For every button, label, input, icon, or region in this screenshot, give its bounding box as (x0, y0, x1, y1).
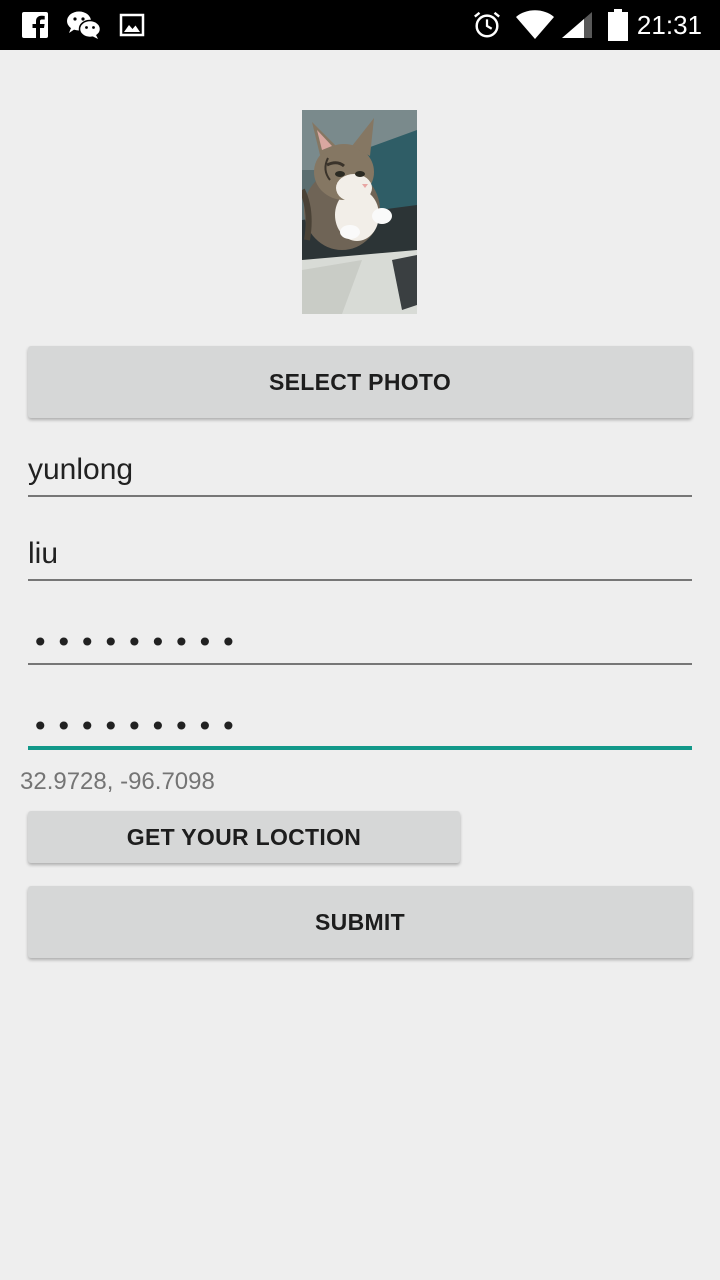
wechat-icon (66, 10, 102, 40)
submit-button[interactable]: SUBMIT (28, 886, 692, 958)
battery-icon (606, 9, 630, 41)
clock-time: 21:31 (636, 10, 702, 40)
last-name-underline (28, 579, 692, 581)
last-name-field[interactable]: liu (28, 521, 692, 581)
location-coordinates: 32.9728, -96.7098 (20, 768, 215, 795)
confirm-password-value: ••••••••• (32, 710, 244, 743)
gallery-icon (118, 10, 146, 40)
alarm-icon (472, 10, 502, 40)
submit-label: SUBMIT (315, 908, 405, 935)
first-name-field[interactable]: yunlong (28, 437, 692, 497)
get-location-label: GET YOUR LOCTION (126, 823, 362, 850)
select-photo-button[interactable]: SELECT PHOTO (28, 346, 692, 418)
selected-photo (302, 110, 417, 314)
status-bar: 21:31 (0, 0, 720, 50)
confirm-password-field[interactable]: ••••••••• (28, 689, 692, 750)
password-field[interactable]: ••••••••• (28, 605, 692, 665)
last-name-value: liu (28, 537, 59, 570)
get-location-button[interactable]: GET YOUR LOCTION (28, 811, 460, 863)
select-photo-label: SELECT PHOTO (268, 368, 452, 395)
facebook-icon (20, 10, 50, 40)
signal-icon (560, 10, 594, 40)
first-name-underline (28, 495, 692, 497)
password-underline (28, 663, 692, 665)
wifi-icon (515, 10, 555, 40)
first-name-value: yunlong (28, 453, 134, 486)
confirm-password-underline (28, 746, 692, 750)
password-value: ••••••••• (32, 626, 244, 659)
